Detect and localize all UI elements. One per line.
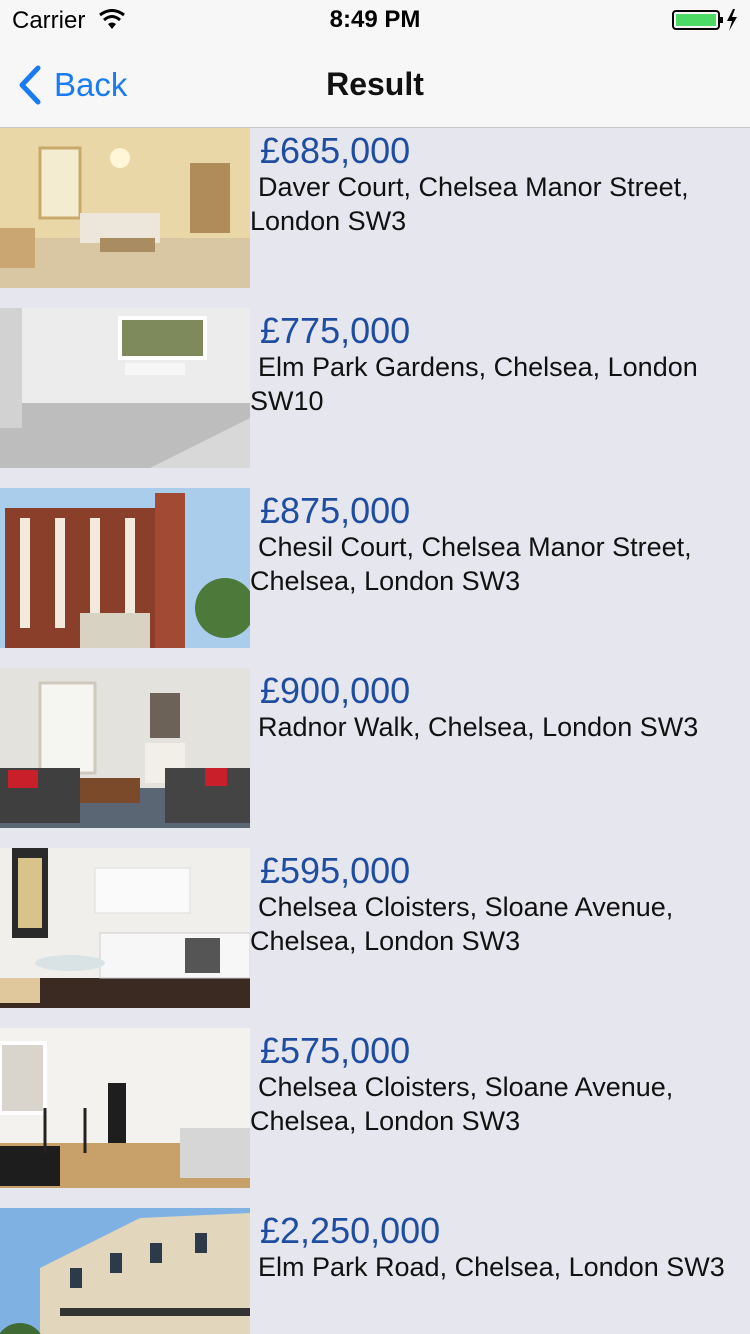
listing-photo (0, 1208, 250, 1334)
listing-address: Chelsea Cloisters, Sloane Avenue, Chelse… (250, 1072, 674, 1136)
results-list[interactable]: £685,000 Daver Court, Chelsea Manor Stre… (0, 128, 750, 1334)
listing-price: £900,000 (260, 670, 411, 711)
listing-row[interactable]: £875,000 Chesil Court, Chelsea Manor Str… (0, 488, 750, 668)
listing-address: Daver Court, Chelsea Manor Street, Londo… (250, 172, 689, 236)
listing-photo (0, 308, 250, 468)
listing-row[interactable]: £2,250,000 Elm Park Road, Chelsea, Londo… (0, 1208, 750, 1334)
listing-row[interactable]: £685,000 Daver Court, Chelsea Manor Stre… (0, 128, 750, 308)
page-title: Result (326, 66, 424, 102)
listing-photo (0, 1028, 250, 1188)
listing-photo (0, 128, 250, 288)
listing-price: £875,000 (260, 490, 411, 531)
listing-row[interactable]: £775,000 Elm Park Gardens, Chelsea, Lond… (0, 308, 750, 488)
listing-address: Chesil Court, Chelsea Manor Street, Chel… (250, 532, 692, 596)
status-time: 8:49 PM (329, 6, 421, 33)
listing-price: £775,000 (260, 310, 411, 351)
status-bar: Carrier 8:49 PM (0, 0, 750, 40)
listing-photo (0, 848, 250, 1008)
listing-address: Elm Park Gardens, Chelsea, London SW10 (250, 352, 698, 416)
listing-photo (0, 668, 250, 828)
listing-photo (0, 488, 250, 648)
listing-row[interactable]: £575,000 Chelsea Cloisters, Sloane Avenu… (0, 1028, 750, 1208)
listing-row[interactable]: £900,000 Radnor Walk, Chelsea, London SW… (0, 668, 750, 848)
listing-price: £685,000 (260, 130, 411, 171)
listing-price: £2,250,000 (260, 1210, 441, 1251)
listing-row[interactable]: £595,000 Chelsea Cloisters, Sloane Avenu… (0, 848, 750, 1028)
listing-address: Elm Park Road, Chelsea, London SW3 (258, 1252, 725, 1282)
listing-price: £595,000 (260, 850, 411, 891)
listing-price: £575,000 (260, 1030, 411, 1071)
navigation-bar: Back Result (0, 40, 750, 128)
listing-address: Chelsea Cloisters, Sloane Avenue, Chelse… (250, 892, 674, 956)
battery-icon (672, 9, 737, 31)
listing-address: Radnor Walk, Chelsea, London SW3 (258, 712, 699, 742)
